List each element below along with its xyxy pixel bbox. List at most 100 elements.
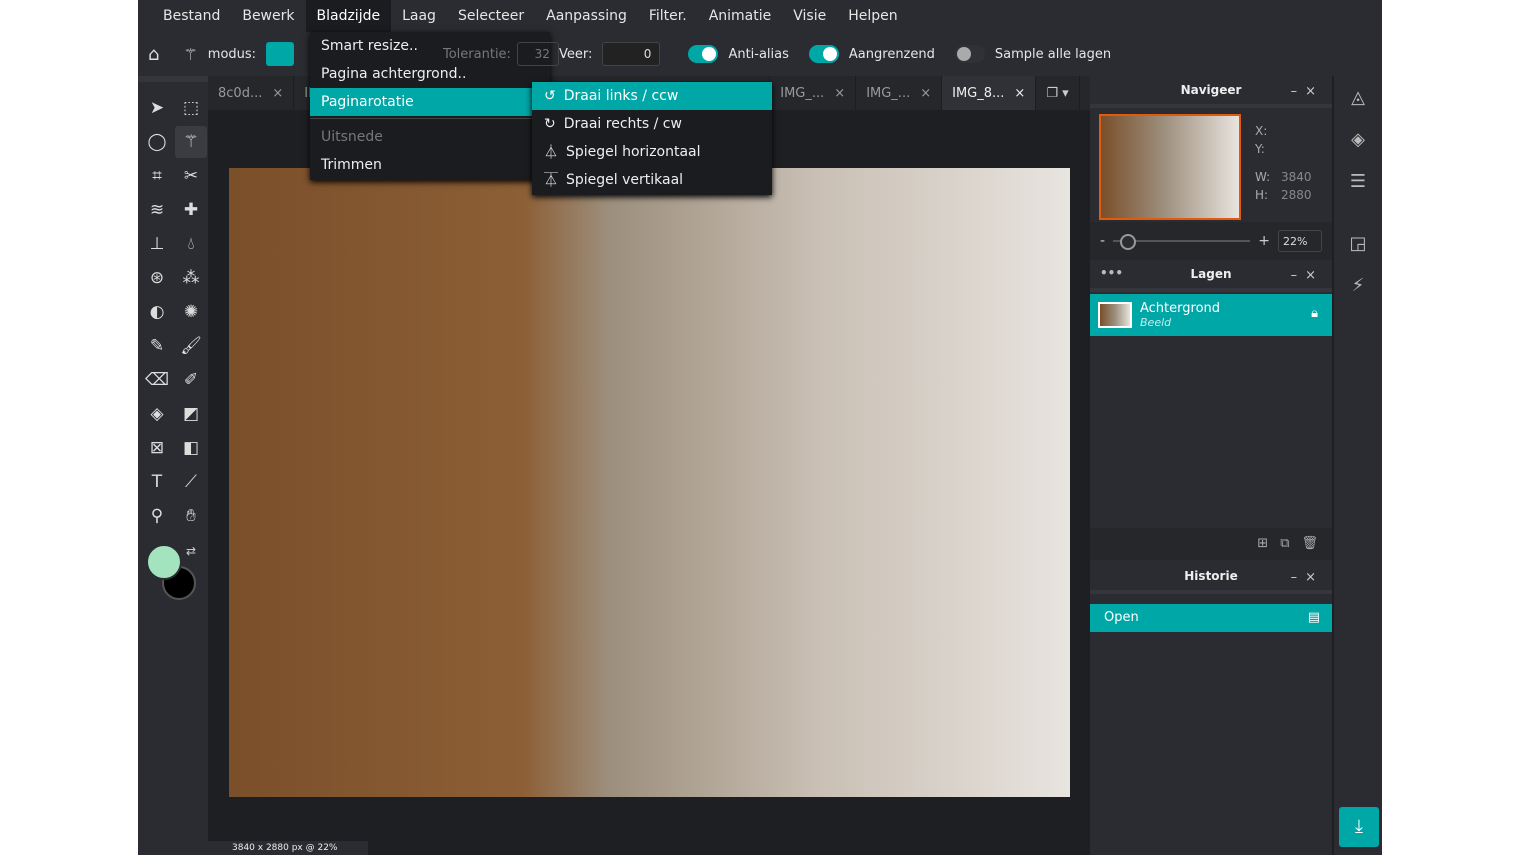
width-value: 3840 — [1281, 170, 1312, 184]
lock-icon[interactable]: 🔒︎ — [1311, 306, 1318, 321]
marquee-tool-icon[interactable]: ⬚ — [175, 92, 207, 124]
antialias-toggle[interactable] — [688, 45, 719, 63]
duplicate-layer-icon[interactable]: ⧉ — [1280, 536, 1289, 552]
panel-controls[interactable]: –× — [1291, 570, 1324, 585]
menu-item-flip-horizontal[interactable]: ⏃ Spiegel horizontaal — [532, 138, 772, 166]
menu-item-rotate-right[interactable]: ↻ Draai rechts / cw — [532, 110, 772, 138]
flip-horizontal-icon: ⏃ — [544, 145, 558, 161]
lasso-tool-icon[interactable]: ◯ — [141, 126, 173, 158]
panel-title: Navigeer — [1180, 83, 1242, 97]
mode-label: modus: — [207, 46, 257, 62]
tab-document[interactable]: IMG_... × — [856, 76, 943, 110]
scissors-tool-icon[interactable]: ✂ — [175, 160, 207, 192]
menu-selecteer[interactable]: Selecteer — [447, 0, 535, 32]
dodge-tool-icon[interactable]: ◐ — [141, 296, 173, 328]
document-image[interactable] — [229, 168, 1070, 797]
crop-tool-icon[interactable]: ⌗ — [141, 160, 173, 192]
tab-document[interactable]: IMG_... × — [770, 76, 857, 110]
menu-item-crop: Uitsnede — [321, 129, 383, 145]
canvas-area[interactable]: 3840 x 2880 px @ 22% — [208, 110, 1090, 855]
menu-item-page-rotation[interactable]: Paginarotatie — [310, 88, 550, 116]
tolerance-field[interactable]: 32 — [516, 42, 559, 66]
hand-tool-icon[interactable]: ✋︎ — [175, 500, 207, 532]
healing-tool-icon[interactable]: ✚ — [175, 194, 207, 226]
blur-tool-icon[interactable]: 💧︎ — [175, 228, 207, 260]
swap-colors-icon[interactable]: ⇄ — [186, 544, 196, 558]
zoom-in-button[interactable]: + — [1258, 233, 1270, 249]
zoom-tool-icon[interactable]: ⚲ — [141, 500, 173, 532]
feather-label: Veer: — [559, 46, 593, 62]
fill-tool-icon[interactable]: ◈ — [141, 398, 173, 430]
sample-all-layers-toggle[interactable] — [954, 45, 985, 63]
menu-bestand[interactable]: Bestand — [152, 0, 231, 32]
resize-panel-icon[interactable]: ◲ — [1334, 222, 1382, 264]
text-tool-icon[interactable]: T — [141, 466, 173, 498]
mode-new-selection-button[interactable] — [266, 42, 295, 66]
rotate-ccw-icon: ↺ — [544, 88, 556, 104]
menu-visie[interactable]: Visie — [782, 0, 837, 32]
burn-tool-icon[interactable]: ✺ — [175, 296, 207, 328]
shape-tool-icon[interactable]: ◧ — [175, 432, 207, 464]
window-arrange-button[interactable]: ❐ ▾ — [1036, 76, 1080, 110]
history-item[interactable]: Open ▤ — [1090, 604, 1332, 632]
liquify-tool-icon[interactable]: ≋ — [141, 194, 173, 226]
close-icon[interactable]: × — [834, 86, 845, 101]
download-button[interactable]: ⤓ — [1339, 807, 1379, 847]
color-swatches: ⇄ — [146, 544, 206, 604]
sponge-tool-icon[interactable]: ⊛ — [141, 262, 173, 294]
menu-bewerk[interactable]: Bewerk — [231, 0, 305, 32]
history-panel-icon[interactable]: ☰ — [1334, 160, 1382, 202]
menu-aanpassing[interactable]: Aanpassing — [535, 0, 638, 32]
home-icon[interactable]: ⌂ — [148, 44, 159, 65]
menu-bar: Bestand Bewerk Bladzijde Laag Selecteer … — [138, 0, 1382, 32]
pencil-tool-icon[interactable]: ✎ — [141, 330, 173, 362]
close-icon[interactable]: × — [920, 86, 931, 101]
menu-animatie[interactable]: Animatie — [698, 0, 783, 32]
eraser-tool-icon[interactable]: ⌫ — [141, 364, 173, 396]
close-icon[interactable]: × — [1014, 86, 1025, 101]
panel-controls[interactable]: –× — [1291, 84, 1324, 99]
foreground-color-swatch[interactable] — [146, 544, 182, 580]
status-bar: 3840 x 2880 px @ 22% — [208, 841, 368, 855]
color-replace-tool-icon[interactable]: ✐ — [175, 364, 207, 396]
trash-icon[interactable]: 🗑︎ — [1301, 536, 1318, 552]
stamp-tool-icon[interactable]: ⊥ — [141, 228, 173, 260]
layer-thumbnail — [1098, 302, 1132, 328]
menu-bladzijde[interactable]: Bladzijde — [305, 0, 392, 32]
tab-label: IMG_... — [780, 85, 825, 101]
menu-helpen[interactable]: Helpen — [837, 0, 908, 32]
feather-field[interactable]: 0 — [602, 42, 661, 66]
zoom-out-button[interactable]: - — [1100, 233, 1105, 249]
zoom-slider[interactable] — [1113, 234, 1251, 250]
y-label: Y: — [1255, 142, 1265, 156]
brush-tool-icon[interactable]: 🖌︎ — [175, 330, 207, 362]
menu-filter[interactable]: Filter. — [638, 0, 698, 32]
navigator-thumbnail[interactable] — [1099, 114, 1241, 220]
pattern-tool-icon[interactable]: ⁂ — [175, 262, 207, 294]
frame-tool-icon[interactable]: ⊠ — [141, 432, 173, 464]
menu-item-trim[interactable]: Trimmen — [310, 151, 550, 179]
tab-document[interactable]: 8c0d... × — [208, 76, 295, 110]
layers-panel-icon[interactable]: ◈ — [1334, 118, 1382, 160]
tab-document-active[interactable]: IMG_8... × — [942, 76, 1037, 110]
eyedropper-tool-icon[interactable]: ⟋ — [175, 466, 207, 498]
magic-wand-tool-icon[interactable]: ⚚ — [175, 126, 207, 158]
actions-panel-icon[interactable]: ⚡︎ — [1334, 264, 1382, 306]
document-icon: ▤ — [1307, 610, 1320, 625]
magic-wand-icon: ⚚ — [183, 44, 198, 64]
navigator-panel-icon[interactable]: ◬ — [1334, 76, 1382, 118]
menu-item-rotate-left[interactable]: ↺ Draai links / ccw — [532, 82, 772, 110]
menu-laag[interactable]: Laag — [391, 0, 447, 32]
more-icon[interactable]: ••• — [1100, 266, 1123, 280]
gradient-tool-icon[interactable]: ◩ — [175, 398, 207, 430]
close-icon[interactable]: × — [272, 86, 283, 101]
zoom-field[interactable]: 22% — [1278, 230, 1322, 252]
panel-controls[interactable]: –× — [1291, 268, 1324, 283]
layer-row[interactable]: Achtergrond Beeld 🔒︎ — [1090, 294, 1332, 336]
add-layer-icon[interactable]: ⊞ — [1257, 536, 1268, 552]
contiguous-toggle[interactable] — [808, 45, 839, 63]
panel-title: Lagen — [1190, 267, 1232, 281]
zoom-controls: - + 22% — [1090, 222, 1332, 260]
move-tool-icon[interactable]: ➤ — [141, 92, 173, 124]
menu-item-flip-vertical[interactable]: ⏄ Spiegel vertikaal — [532, 166, 772, 194]
